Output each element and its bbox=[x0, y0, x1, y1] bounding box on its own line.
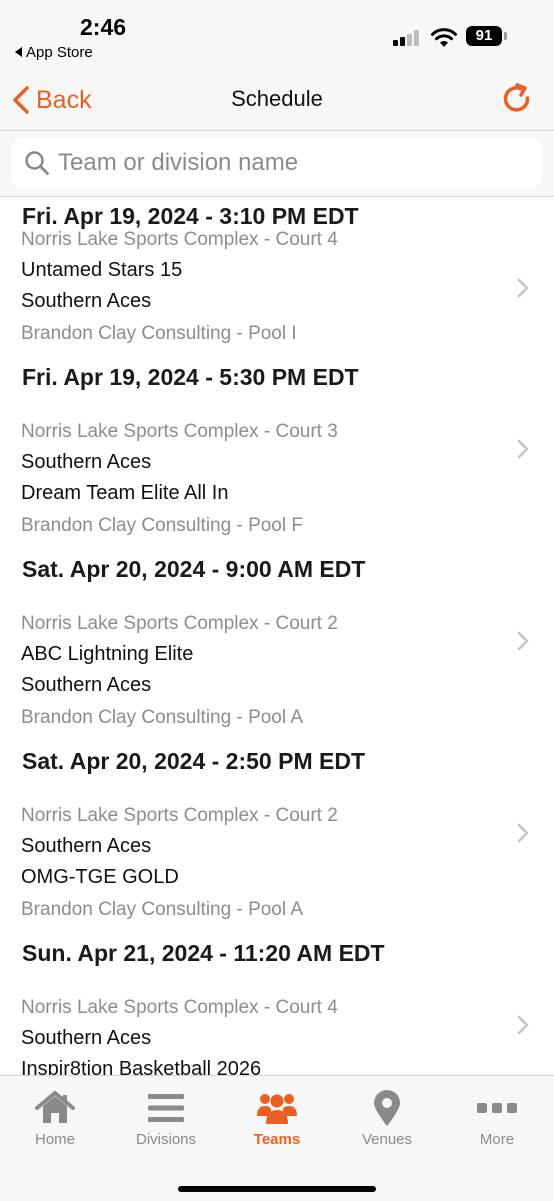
tab-teams-label: Teams bbox=[253, 1131, 301, 1148]
list-icon bbox=[111, 1088, 221, 1128]
battery-level: 91 bbox=[475, 27, 493, 44]
game-team-2: Southern Aces bbox=[21, 290, 152, 312]
tab-more[interactable]: More bbox=[442, 1076, 552, 1156]
battery-icon: 91 bbox=[466, 26, 502, 46]
game-venue: Norris Lake Sports Complex - Court 3 bbox=[21, 421, 338, 442]
game-team-2: Inspir8tion Basketball 2026 bbox=[21, 1058, 262, 1075]
tab-divisions[interactable]: Divisions bbox=[111, 1076, 221, 1156]
search-box[interactable] bbox=[12, 138, 542, 188]
tab-teams[interactable]: Teams bbox=[222, 1076, 332, 1156]
game-team-1: Southern Aces bbox=[21, 451, 152, 473]
game-team-1: Southern Aces bbox=[21, 1027, 152, 1049]
game-row[interactable]: Sat. Apr 20, 2024 - 9:00 AM EDT Norris L… bbox=[0, 550, 554, 742]
game-venue: Norris Lake Sports Complex - Court 2 bbox=[21, 805, 338, 826]
home-icon bbox=[0, 1088, 110, 1128]
tab-home[interactable]: Home bbox=[0, 1076, 110, 1156]
game-venue: Norris Lake Sports Complex - Court 2 bbox=[21, 613, 338, 634]
search-bar bbox=[0, 131, 554, 197]
game-datetime: Fri. Apr 19, 2024 - 5:30 PM EDT bbox=[22, 364, 359, 390]
refresh-button[interactable] bbox=[498, 80, 538, 120]
back-to-app-store[interactable]: App Store bbox=[15, 44, 93, 61]
game-team-1: Untamed Stars 15 bbox=[21, 259, 183, 281]
game-datetime: Sun. Apr 21, 2024 - 11:20 AM EDT bbox=[22, 940, 385, 966]
navigation-bar: Back Schedule bbox=[0, 70, 554, 131]
game-row[interactable]: Sat. Apr 20, 2024 - 2:50 PM EDT Norris L… bbox=[0, 742, 554, 934]
status-time: 2:46 bbox=[80, 14, 127, 40]
game-row[interactable]: Sun. Apr 21, 2024 - 11:20 AM EDT Norris … bbox=[0, 934, 554, 1075]
status-bar: 2:46 App Store 91 bbox=[0, 0, 554, 70]
game-row[interactable]: Fri. Apr 19, 2024 - 5:30 PM EDT Norris L… bbox=[0, 358, 554, 550]
teams-icon bbox=[222, 1088, 332, 1128]
tab-home-label: Home bbox=[34, 1131, 75, 1148]
chevron-left-icon bbox=[13, 86, 29, 114]
cellular-signal-icon bbox=[393, 30, 423, 46]
tab-venues-label: Venues bbox=[361, 1131, 413, 1148]
game-pool: Brandon Clay Consulting - Pool A bbox=[21, 899, 303, 920]
back-triangle-icon bbox=[15, 47, 22, 58]
back-to-app-store-label: App Store bbox=[26, 44, 93, 61]
chevron-right-icon bbox=[517, 823, 529, 843]
game-datetime: Sat. Apr 20, 2024 - 2:50 PM EDT bbox=[22, 748, 366, 774]
more-icon bbox=[442, 1088, 552, 1128]
tab-more-label: More bbox=[479, 1131, 515, 1148]
game-team-2: OMG-TGE GOLD bbox=[21, 866, 179, 888]
game-team-2: Dream Team Elite All In bbox=[21, 482, 229, 504]
wifi-icon bbox=[431, 28, 457, 47]
game-datetime: Sat. Apr 20, 2024 - 9:00 AM EDT bbox=[22, 556, 366, 582]
schedule-list: Fri. Apr 19, 2024 - 3:10 PM EDT Norris L… bbox=[0, 197, 554, 1075]
search-icon bbox=[25, 151, 49, 175]
game-venue: Norris Lake Sports Complex - Court 4 bbox=[21, 229, 338, 250]
back-button-label: Back bbox=[36, 85, 92, 114]
chevron-right-icon bbox=[517, 1015, 529, 1035]
tab-divisions-label: Divisions bbox=[135, 1131, 196, 1148]
game-team-2: Southern Aces bbox=[21, 674, 152, 696]
game-pool: Brandon Clay Consulting - Pool I bbox=[21, 323, 297, 344]
battery-tip bbox=[504, 32, 507, 40]
game-pool: Brandon Clay Consulting - Pool A bbox=[21, 707, 303, 728]
refresh-icon bbox=[503, 83, 530, 112]
tab-bar: Home Divisions Teams Venues More bbox=[0, 1075, 554, 1201]
game-datetime: Fri. Apr 19, 2024 - 3:10 PM EDT bbox=[22, 203, 359, 229]
game-team-1: ABC Lightning Elite bbox=[21, 643, 194, 665]
chevron-right-icon bbox=[517, 631, 529, 651]
game-team-1: Southern Aces bbox=[21, 835, 152, 857]
chevron-right-icon bbox=[517, 439, 529, 459]
game-pool: Brandon Clay Consulting - Pool F bbox=[21, 515, 303, 536]
game-venue: Norris Lake Sports Complex - Court 4 bbox=[21, 997, 338, 1018]
search-input[interactable] bbox=[58, 138, 528, 188]
tab-venues[interactable]: Venues bbox=[332, 1076, 442, 1156]
home-indicator bbox=[178, 1186, 376, 1192]
chevron-right-icon bbox=[517, 278, 529, 298]
map-pin-icon bbox=[332, 1088, 442, 1128]
back-button[interactable]: Back bbox=[12, 80, 92, 120]
